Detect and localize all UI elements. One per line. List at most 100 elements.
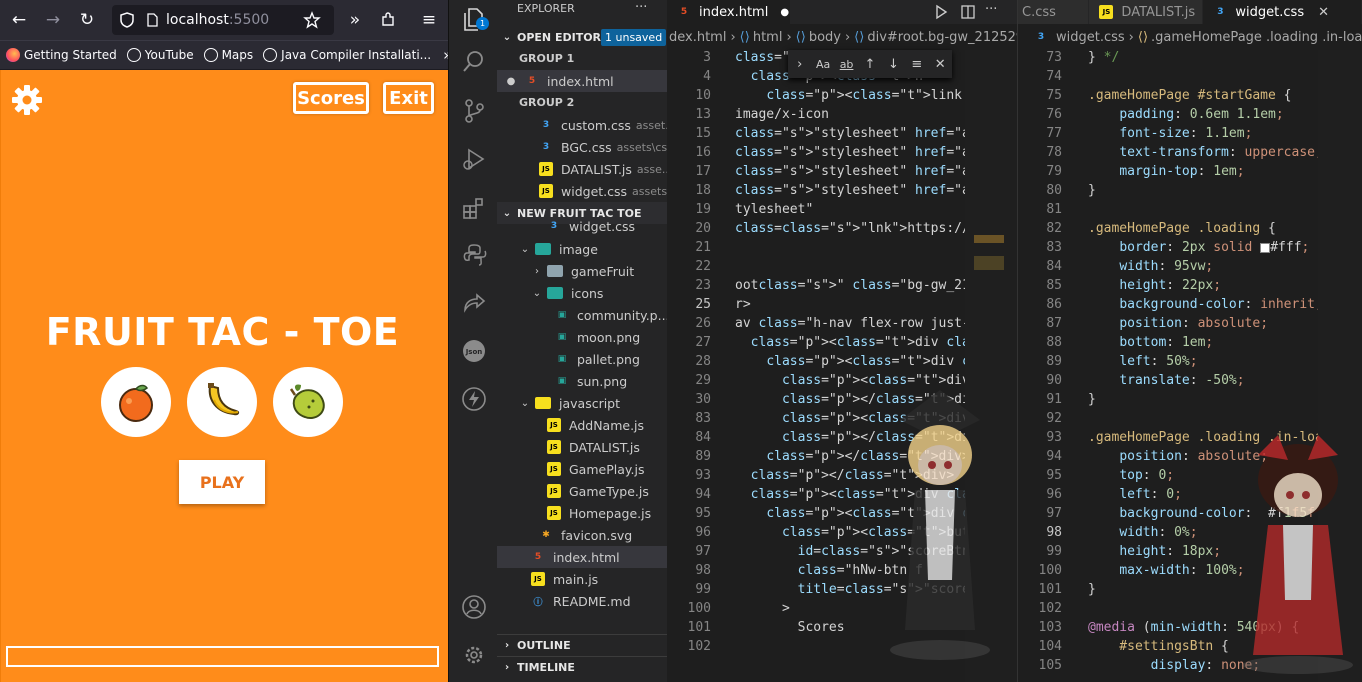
selection-icon[interactable]: ≡ — [905, 57, 928, 72]
line-number: 81 — [1046, 202, 1062, 217]
breadcrumb-item[interactable]: .gameHomePage .loading .in-loading — [1151, 30, 1362, 45]
breadcrumb-item[interactable]: widget.css — [1056, 30, 1125, 45]
tree-favicon-svg[interactable]: ✱ favicon.svg — [497, 524, 667, 546]
back-icon[interactable]: ← — [4, 5, 34, 35]
url-bar[interactable]: localhost:5500 — [112, 5, 334, 35]
open-editor-datalist-js[interactable]: JS DATALIST.js asse... — [497, 158, 667, 180]
tree-gameplay-js[interactable]: JS GamePlay.js — [497, 458, 667, 480]
html-tag-icon: ⟨⟩ — [739, 29, 750, 45]
open-editor-index-html[interactable]: ● 5 index.html — [497, 70, 667, 92]
bookmark-youtube[interactable]: YouTube — [126, 48, 194, 62]
breadcrumb-item[interactable]: body — [809, 30, 841, 45]
tree-pallet-png[interactable]: ▣ pallet.png — [497, 348, 667, 370]
menu-icon[interactable]: ≡ — [414, 5, 444, 35]
color-swatch[interactable] — [1260, 242, 1271, 253]
tree-homepage-js[interactable]: JS Homepage.js — [497, 502, 667, 524]
line-number: 102 — [1038, 601, 1062, 616]
line-number: 85 — [1046, 278, 1062, 293]
line-number: 83 — [695, 411, 711, 426]
open-editor-widget-css[interactable]: JS widget.css assets... — [497, 180, 667, 202]
section-label: OUTLINE — [517, 639, 571, 652]
search-icon[interactable] — [461, 48, 487, 74]
open-editor-custom-css[interactable]: 3 custom.css asset... — [497, 114, 667, 136]
tree-gametype-js[interactable]: JS GameType.js — [497, 480, 667, 502]
tree-community-png[interactable]: ▣ community.p... — [497, 304, 667, 326]
breadcrumb-item[interactable]: dex.html — [669, 30, 726, 45]
match-word-icon[interactable]: ab — [835, 58, 858, 71]
tree-gamefruit-folder[interactable]: › gameFruit — [497, 260, 667, 282]
bookmark-java-compiler[interactable]: Java Compiler Installati... — [263, 48, 431, 62]
tree-index-html[interactable]: 5 index.html — [497, 546, 667, 568]
overflow-chevron-icon[interactable]: » — [340, 5, 370, 35]
tree-icons-folder[interactable]: ⌄ icons — [497, 282, 667, 304]
live-share-icon[interactable] — [461, 290, 487, 316]
tree-sun-png[interactable]: ▣ sun.png — [497, 370, 667, 392]
line-number: 25 — [695, 297, 711, 312]
reload-icon[interactable]: ↻ — [72, 5, 102, 35]
line-number: 80 — [1046, 183, 1062, 198]
account-icon[interactable] — [461, 594, 487, 620]
bookmark-getting-started[interactable]: Getting Started — [6, 48, 117, 62]
anime-character-wallpaper-art — [890, 390, 990, 660]
line-number: 101 — [687, 620, 711, 635]
close-tab-icon[interactable]: ✕ — [1318, 5, 1329, 20]
file-name: README.md — [553, 593, 631, 609]
explorer-more-icon[interactable]: ··· — [635, 0, 647, 15]
css-file-icon: 3 — [542, 142, 550, 152]
bookmark-maps[interactable]: Maps — [203, 48, 253, 62]
code-line: .gameHomePage .loading { — [1088, 221, 1276, 236]
css-file-icon: 3 — [542, 120, 550, 130]
tree-javascript-folder[interactable]: ⌄ javascript — [497, 392, 667, 414]
tab-index-html[interactable]: 5 index.html ● — [667, 0, 791, 24]
run-icon[interactable] — [933, 4, 949, 20]
group-1-label: GROUP 1 — [519, 52, 575, 65]
tree-readme-md[interactable]: ⓘ README.md — [497, 590, 667, 612]
extensions-icon[interactable] — [379, 11, 397, 29]
tab-widget-css[interactable]: 3 widget.css ✕ — [1203, 0, 1362, 24]
tab-c-css[interactable]: C.css — [1018, 0, 1090, 24]
json-icon[interactable]: Json — [461, 338, 487, 364]
code-line: } — [1088, 392, 1096, 407]
timeline-section[interactable]: › TIMELINE — [497, 656, 667, 678]
close-icon[interactable]: ✕ — [929, 57, 952, 72]
code-line: Scores — [735, 620, 845, 635]
css-file-icon: 3 — [1217, 7, 1224, 17]
source-control-icon[interactable] — [461, 98, 487, 124]
tree-image-folder[interactable]: ⌄ image — [497, 238, 667, 260]
exit-button[interactable]: Exit — [383, 82, 434, 114]
manage-gear-icon[interactable] — [461, 642, 487, 668]
tree-datalist-js[interactable]: JS DATALIST.js — [497, 436, 667, 458]
tree-widget-css[interactable]: 3 widget.css — [497, 216, 667, 236]
breadcrumb-item[interactable]: div#root.bg-gw_212529 — [867, 30, 1017, 45]
breadcrumb-item[interactable]: html — [753, 30, 783, 45]
line-number: 29 — [695, 373, 711, 388]
tree-main-js[interactable]: JS main.js — [497, 568, 667, 590]
tab-datalist-js[interactable]: JS DATALIST.js — [1089, 0, 1204, 24]
arrow-down-icon[interactable]: ↓ — [882, 57, 905, 72]
match-case-icon[interactable]: Aa — [811, 58, 834, 71]
unsaved-dot[interactable]: ● — [780, 7, 789, 18]
chevron-right-icon[interactable]: › — [788, 57, 811, 72]
bookmark-star-icon[interactable] — [303, 11, 321, 29]
lightning-icon[interactable] — [461, 386, 487, 412]
image-file-icon: ▣ — [557, 376, 567, 386]
forward-icon[interactable]: → — [38, 5, 68, 35]
arrow-up-icon[interactable]: ↑ — [858, 57, 881, 72]
open-editor-bgc-css[interactable]: 3 BGC.css assets\css — [497, 136, 667, 158]
code-line: width: 0%; — [1119, 525, 1198, 540]
tree-moon-png[interactable]: ▣ moon.png — [497, 326, 667, 348]
line-number: 21 — [695, 240, 711, 255]
run-debug-icon[interactable] — [461, 146, 487, 172]
split-editor-icon[interactable] — [960, 4, 976, 20]
tree-addname-js[interactable]: JS AddName.js — [497, 414, 667, 436]
settings-gear-icon[interactable] — [11, 84, 43, 116]
python-icon[interactable] — [461, 242, 487, 268]
more-actions-icon[interactable]: ··· — [985, 2, 997, 17]
file-name: GamePlay.js — [569, 461, 645, 477]
outline-section[interactable]: › OUTLINE — [497, 634, 667, 656]
extensions-icon[interactable] — [461, 196, 487, 222]
play-button[interactable]: PLAY — [179, 460, 265, 504]
code-line: width: 95vw; — [1119, 259, 1214, 274]
line-number: 96 — [1046, 487, 1062, 502]
scores-button[interactable]: Scores — [293, 82, 369, 114]
